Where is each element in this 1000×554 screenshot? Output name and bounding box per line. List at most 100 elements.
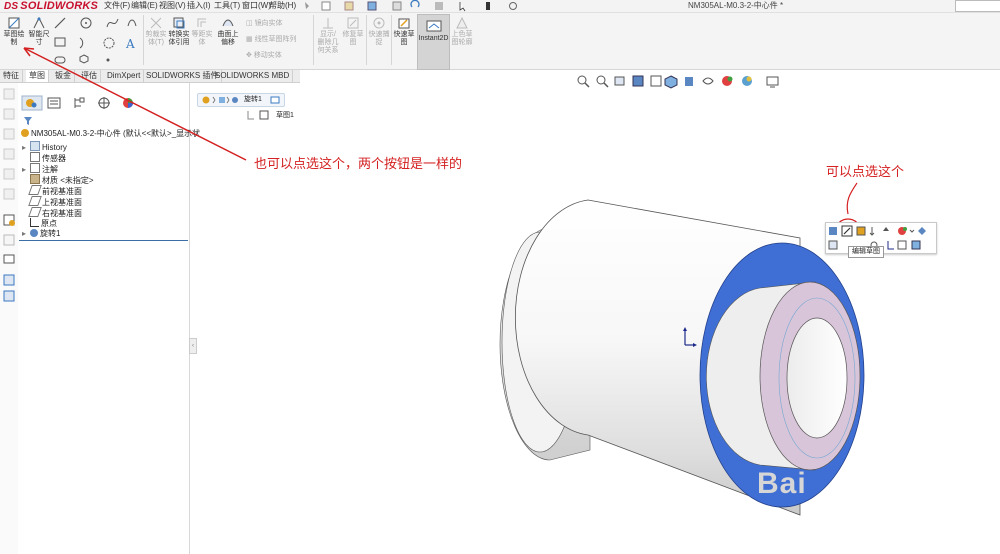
- tab-sheet-metal[interactable]: 钣金: [52, 70, 75, 82]
- search-placeholder: [956, 3, 959, 12]
- feature-manager-tabs[interactable]: [20, 95, 148, 111]
- section-view-icon: [632, 75, 644, 87]
- sketch-chip-icon: [247, 110, 269, 120]
- tree-item-label: 前视基准面: [42, 187, 82, 196]
- shaded-sketch-contours-button[interactable]: 上色草 图轮廓: [451, 16, 473, 47]
- breadcrumb-sketch-icon[interactable]: [270, 96, 280, 104]
- breadcrumb[interactable]: 旋转1: [197, 93, 285, 107]
- sketch-button[interactable]: 草图绘 制: [2, 16, 26, 47]
- tree-item-origin[interactable]: 原点: [22, 218, 57, 229]
- sketch-label: 草图绘: [3, 31, 25, 38]
- zoom-to-area-icon: [596, 75, 609, 88]
- tab-solidworks-mbd[interactable]: SOLIDWORKS MBD: [212, 70, 294, 82]
- trim-entities-button[interactable]: 剪裁实 体(T): [145, 16, 167, 47]
- tab-sketch[interactable]: 草图: [26, 70, 49, 82]
- tree-root-part[interactable]: NM305AL-M0.3-2-中心件 (默认<<默认>_显示状: [21, 129, 200, 139]
- breadcrumb-feature[interactable]: 旋转1: [244, 95, 262, 105]
- measure-icon: [897, 240, 907, 250]
- sketch-label-2: 制: [10, 39, 18, 46]
- menu-window[interactable]: 窗口(W): [242, 0, 271, 12]
- panel-collapse-handle[interactable]: ‹: [189, 338, 197, 354]
- spline-tool-icon: [106, 18, 119, 28]
- tree-item-label: 材质 <未指定>: [42, 176, 94, 185]
- move-entities-button[interactable]: ✥ 移动实体: [246, 51, 282, 60]
- offset-icon: [197, 18, 206, 27]
- smart-dimension-button[interactable]: 智能尺 寸: [27, 16, 51, 47]
- menu-help[interactable]: 帮助(H): [269, 0, 296, 12]
- heads-up-view-toolbar[interactable]: [575, 73, 800, 89]
- linear-pattern-button[interactable]: ▦ 线性草图阵列: [246, 35, 297, 44]
- repair-sketch-button[interactable]: 修复草图: [342, 16, 364, 47]
- tree-item-label: 原点: [41, 219, 57, 228]
- edit-sketch-icon: [841, 225, 853, 237]
- tree-item-label: 右视基准面: [42, 209, 82, 218]
- solidworks-logo[interactable]: DS SOLIDWORKS: [4, 0, 98, 12]
- move-label: 移动实体: [253, 52, 282, 59]
- normal-to-icon: [828, 240, 838, 250]
- rollback-icon: [869, 227, 875, 236]
- shaded-label: 上色草: [451, 31, 473, 38]
- annotations-icon: [30, 163, 40, 173]
- hide-show-icon: [702, 77, 714, 85]
- search-input[interactable]: [955, 0, 1000, 12]
- polygon-tool-icon: [103, 37, 115, 49]
- view-settings-icon: [766, 76, 779, 88]
- configuration-manager-tab-icon: [74, 97, 85, 108]
- display-style-icon: [685, 77, 693, 86]
- display-delete-relations-button[interactable]: 显示/删除几 何关系: [316, 16, 340, 55]
- ribbon-separator: [143, 15, 144, 65]
- offset-on-surface-button[interactable]: 曲面上 偏移: [215, 16, 241, 47]
- edit-feature-icon: [829, 227, 837, 235]
- display-delete-label-2: 删除几: [317, 39, 339, 46]
- menu-edit[interactable]: 编辑(E): [131, 0, 158, 12]
- smart-dimension-icon: [33, 16, 45, 29]
- instant2d-button[interactable]: Instant2D: [417, 14, 450, 70]
- circle-tool-icon: [80, 17, 92, 29]
- tree-item-label: 传感器: [42, 154, 66, 163]
- suppress-icon: [856, 226, 866, 236]
- smart-dim-label-2: 寸: [35, 39, 43, 46]
- view-orientation-icon: [664, 75, 678, 89]
- plane-icon: [28, 185, 42, 195]
- expander-icon[interactable]: ▸: [22, 229, 30, 239]
- parent-child-icon: [883, 227, 889, 231]
- material-icon: [30, 174, 40, 184]
- tab-solidworks-addins[interactable]: SOLIDWORKS 插件: [143, 70, 223, 82]
- repair-label: 修复草: [342, 31, 364, 38]
- rapid-sketch-button[interactable]: 快速草图: [393, 16, 415, 47]
- origin-icon: [30, 218, 39, 227]
- left-strip-icons[interactable]: [0, 83, 18, 303]
- tab-dimxpert[interactable]: DimXpert: [104, 70, 145, 82]
- convert-label: 转换实: [168, 31, 190, 38]
- view-cube-icon: [911, 240, 921, 250]
- rectangle-tool-icon: [54, 37, 66, 47]
- filter-icon[interactable]: [23, 116, 33, 126]
- tree-item-revolve1[interactable]: ▸ 旋转1: [22, 229, 60, 239]
- quick-access-toolbar[interactable]: [300, 0, 600, 12]
- tree-item-label: 上视基准面: [42, 198, 82, 207]
- rapid-sketch-label: 快速草: [393, 31, 415, 38]
- sensors-icon: [30, 152, 40, 162]
- part-model-viewport[interactable]: [480, 170, 880, 520]
- quick-snap-label: 快速捕: [368, 31, 390, 38]
- tab-evaluate[interactable]: 评估: [78, 70, 101, 82]
- menu-insert[interactable]: 插入(I): [187, 0, 211, 12]
- tab-features[interactable]: 特征: [0, 70, 23, 82]
- quick-snaps-button[interactable]: 快速捕捉: [368, 16, 390, 47]
- menu-tools[interactable]: 工具(T): [214, 0, 240, 12]
- sketch-chip-label: 草图1: [276, 112, 294, 120]
- zoom-to-fit-icon: [577, 75, 590, 88]
- mirror-entities-button[interactable]: ◫ 镜向实体: [246, 19, 283, 28]
- menu-view[interactable]: 视图(V): [159, 0, 186, 12]
- document-title: NM305AL-M0.3-2-中心件 *: [688, 1, 784, 10]
- svg-text:A: A: [125, 37, 135, 51]
- edit-appearance-icon: [722, 76, 733, 86]
- annotation-left: 也可以点选这个，两个按钮是一样的: [254, 156, 463, 171]
- convert-entities-button[interactable]: 转换实 体引用: [168, 16, 190, 47]
- sketch-entity-tools[interactable]: A: [52, 14, 142, 68]
- menu-file[interactable]: 文件(F): [104, 0, 130, 12]
- display-delete-label-3: 何关系: [317, 47, 339, 54]
- breadcrumb-sketch-item[interactable]: 草图1: [246, 109, 294, 121]
- trim-label-2: 体(T): [148, 39, 164, 46]
- offset-entities-button[interactable]: 等距实体: [191, 16, 213, 47]
